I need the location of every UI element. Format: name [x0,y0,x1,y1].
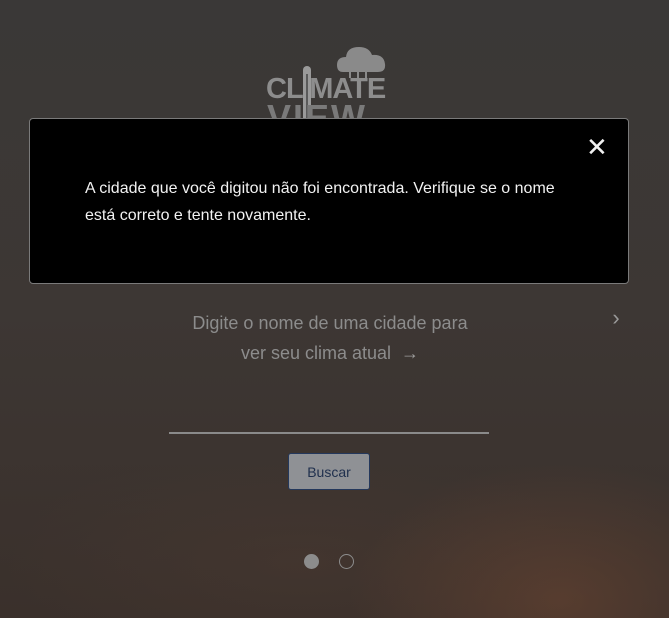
prompt-line-1: Digite o nome de uma cidade para [192,313,468,333]
prompt-line-2: ver seu clima atual → [150,338,510,368]
close-icon[interactable]: ✕ [586,134,608,160]
arrow-right-icon: → [401,343,420,363]
pagination-dot-1-active[interactable] [304,554,319,569]
error-modal: ✕ A cidade que você digitou não foi enco… [29,118,629,284]
pagination-dot-2[interactable] [339,554,354,569]
search-prompt: Digite o nome de uma cidade para ver seu… [150,308,510,368]
prompt-line-2-text: ver seu clima atual [240,343,392,363]
error-message: A cidade que você digitou não foi encont… [85,180,555,224]
next-slide-chevron-icon[interactable]: › [606,306,626,330]
search-button[interactable]: Buscar [288,453,370,490]
climate-view-logo: CL MATE VIEW [263,42,395,122]
city-search-input[interactable] [169,400,489,434]
